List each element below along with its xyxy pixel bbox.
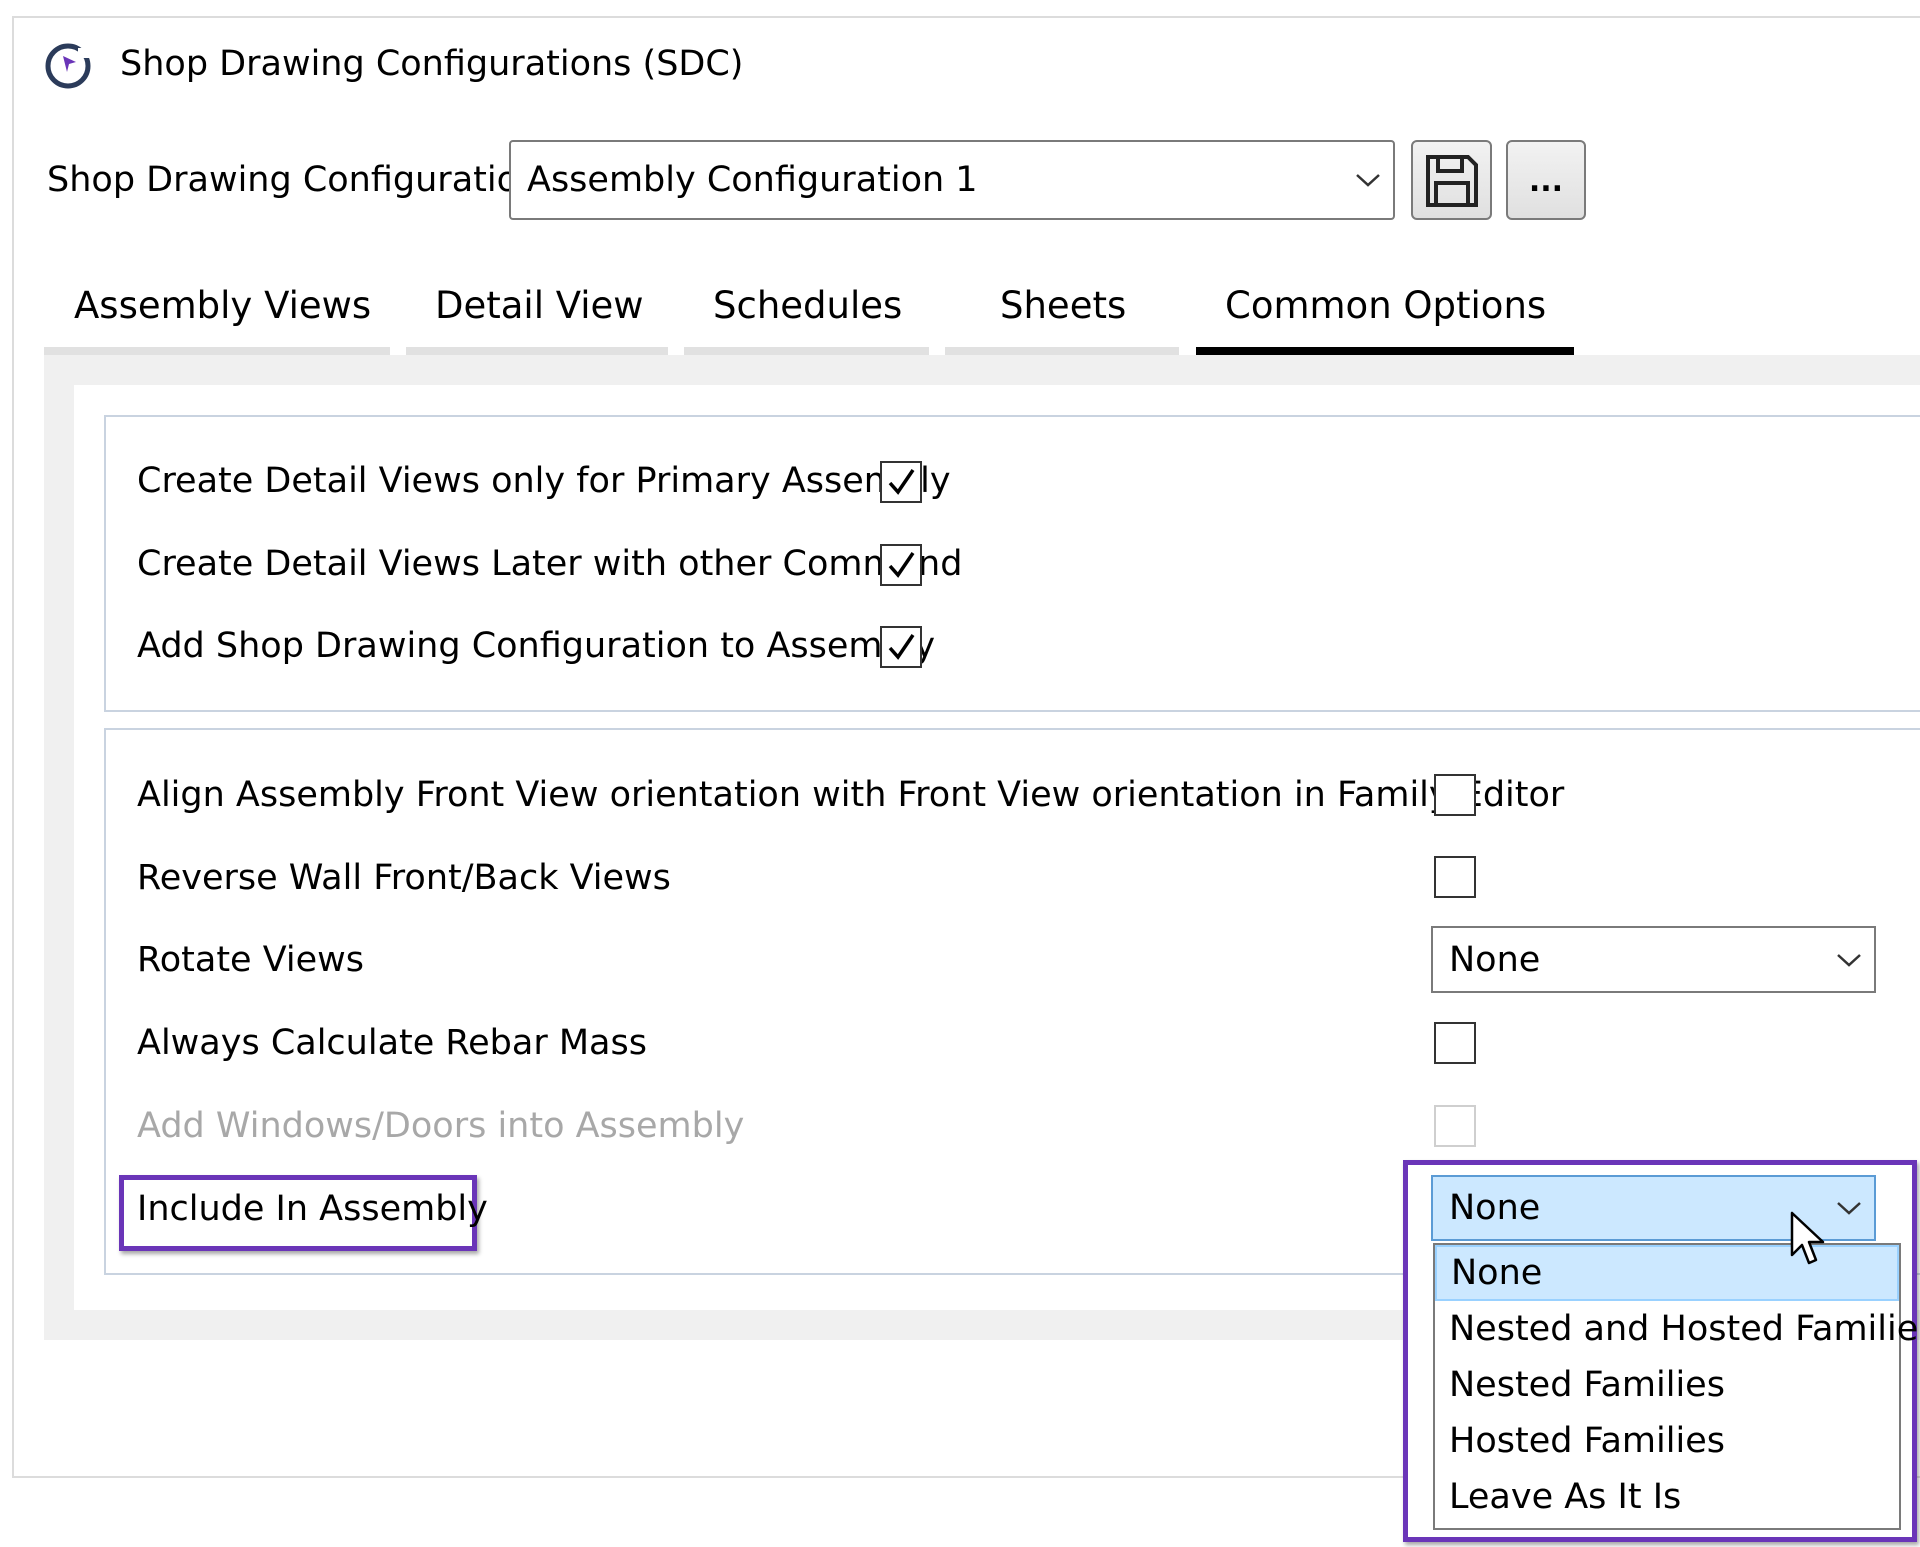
chevron-down-icon [1837, 953, 1861, 967]
tab-indicator [406, 347, 668, 355]
include-in-assembly-label: Include In Assembly [137, 1189, 488, 1229]
check-icon [888, 634, 915, 660]
option-label: Add Shop Drawing Configuration to Assemb… [137, 626, 936, 666]
chevron-down-icon [1837, 1202, 1861, 1215]
tab-schedules[interactable]: Schedules [713, 284, 902, 327]
config-label: Shop Drawing Configuration [47, 160, 541, 200]
checkbox-rebar-mass[interactable] [1434, 1022, 1476, 1064]
save-button[interactable] [1411, 140, 1492, 220]
tab-indicator [44, 347, 390, 355]
checkbox-windows-doors [1434, 1105, 1476, 1147]
dropdown-option[interactable]: Nested and Hosted Families [1435, 1301, 1920, 1357]
option-label: Always Calculate Rebar Mass [137, 1023, 647, 1063]
config-select-value: Assembly Configuration 1 [527, 160, 978, 200]
dropdown-option[interactable]: Hosted Families [1435, 1413, 1899, 1469]
include-in-assembly-value: None [1449, 1188, 1541, 1228]
more-options-label: ... [1528, 164, 1564, 199]
check-icon [888, 469, 915, 495]
checkbox-detail-views-later[interactable] [880, 544, 922, 586]
more-options-button[interactable]: ... [1506, 140, 1586, 220]
mouse-cursor-icon [1790, 1211, 1830, 1269]
dropdown-option[interactable]: Nested Families [1435, 1357, 1899, 1413]
option-label: Create Detail Views Later with other Com… [137, 544, 963, 584]
tab-common-options[interactable]: Common Options [1225, 284, 1546, 327]
option-label: Rotate Views [137, 940, 365, 980]
dropdown-option[interactable]: Leave As It Is [1435, 1469, 1899, 1525]
checkbox-reverse-wall[interactable] [1434, 856, 1476, 898]
app-icon [42, 40, 94, 92]
chevron-down-icon [1356, 174, 1380, 187]
option-label: Reverse Wall Front/Back Views [137, 858, 671, 898]
tab-assembly-views[interactable]: Assembly Views [74, 284, 371, 327]
tab-indicator-active [1196, 347, 1574, 355]
checkbox-primary-assembly[interactable] [880, 461, 922, 503]
check-icon [888, 552, 915, 578]
tab-indicator [684, 347, 929, 355]
rotate-views-select[interactable]: None [1431, 926, 1876, 993]
checkbox-align-front-view[interactable] [1434, 774, 1476, 816]
option-label-disabled: Add Windows/Doors into Assembly [137, 1106, 745, 1146]
tab-sheets[interactable]: Sheets [1000, 284, 1126, 327]
rotate-views-value: None [1449, 939, 1541, 980]
tab-detail-view[interactable]: Detail View [435, 284, 644, 327]
floppy-disk-icon [1426, 155, 1478, 207]
option-label: Create Detail Views only for Primary Ass… [137, 461, 951, 501]
option-label: Align Assembly Front View orientation wi… [137, 775, 1565, 815]
window-title: Shop Drawing Configurations (SDC) [120, 44, 744, 84]
include-in-assembly-dropdown: None Nested and Hosted Families Nested F… [1433, 1243, 1920, 1530]
checkbox-add-configuration[interactable] [880, 626, 922, 668]
tab-indicator [945, 347, 1179, 355]
config-select[interactable]: Assembly Configuration 1 [509, 140, 1395, 220]
